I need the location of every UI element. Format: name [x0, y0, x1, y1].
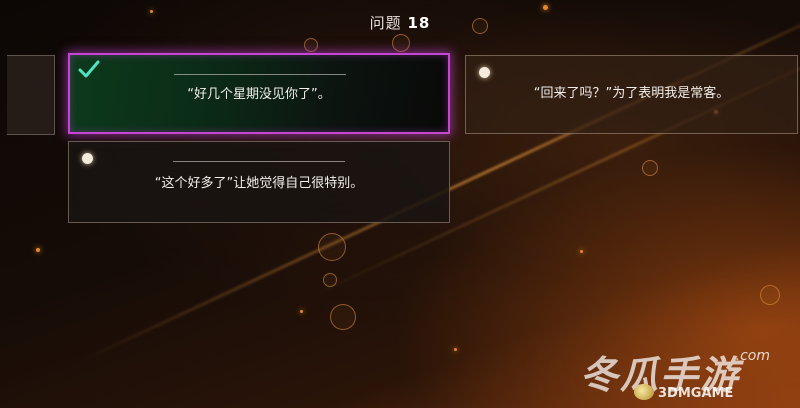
- bubble: [323, 273, 337, 287]
- radio-dot-icon: [479, 67, 490, 78]
- spark: [300, 310, 303, 313]
- bubble: [760, 285, 780, 305]
- bubble: [642, 160, 658, 176]
- spark: [36, 248, 40, 252]
- question-number: 18: [407, 14, 431, 32]
- answer-option-3[interactable]: “这个好多了”让她觉得自己很特别。: [68, 141, 450, 223]
- answer-text: “这个好多了”让她觉得自己很特别。: [154, 176, 364, 191]
- question-title: 问题 18: [0, 12, 800, 33]
- bubble: [392, 34, 410, 52]
- watermark-subtitle: 3DMGAME: [658, 386, 734, 401]
- spark: [454, 348, 457, 351]
- watermark-domain: .com: [735, 348, 770, 364]
- radio-dot-icon: [82, 153, 93, 164]
- answer-option-1[interactable]: “好几个星期没见你了”。: [68, 53, 450, 134]
- bubble: [318, 233, 346, 261]
- site-watermark: 冬瓜手游 .com 3DMGAME: [580, 344, 790, 404]
- emblem-icon: [634, 384, 654, 400]
- spark: [580, 250, 583, 253]
- spark: [543, 5, 548, 10]
- previous-answer-card: [7, 55, 55, 135]
- answer-option-2[interactable]: “回来了吗？”为了表明我是常客。: [465, 55, 798, 134]
- answer-text: “回来了吗？”为了表明我是常客。: [533, 86, 730, 101]
- bubble: [304, 38, 318, 52]
- answer-text: “好几个星期没见你了”。: [187, 87, 331, 102]
- question-label: 问题: [369, 14, 402, 32]
- divider: [173, 161, 345, 162]
- bubble: [330, 304, 356, 330]
- checkmark-icon: [78, 60, 100, 78]
- divider: [174, 74, 346, 75]
